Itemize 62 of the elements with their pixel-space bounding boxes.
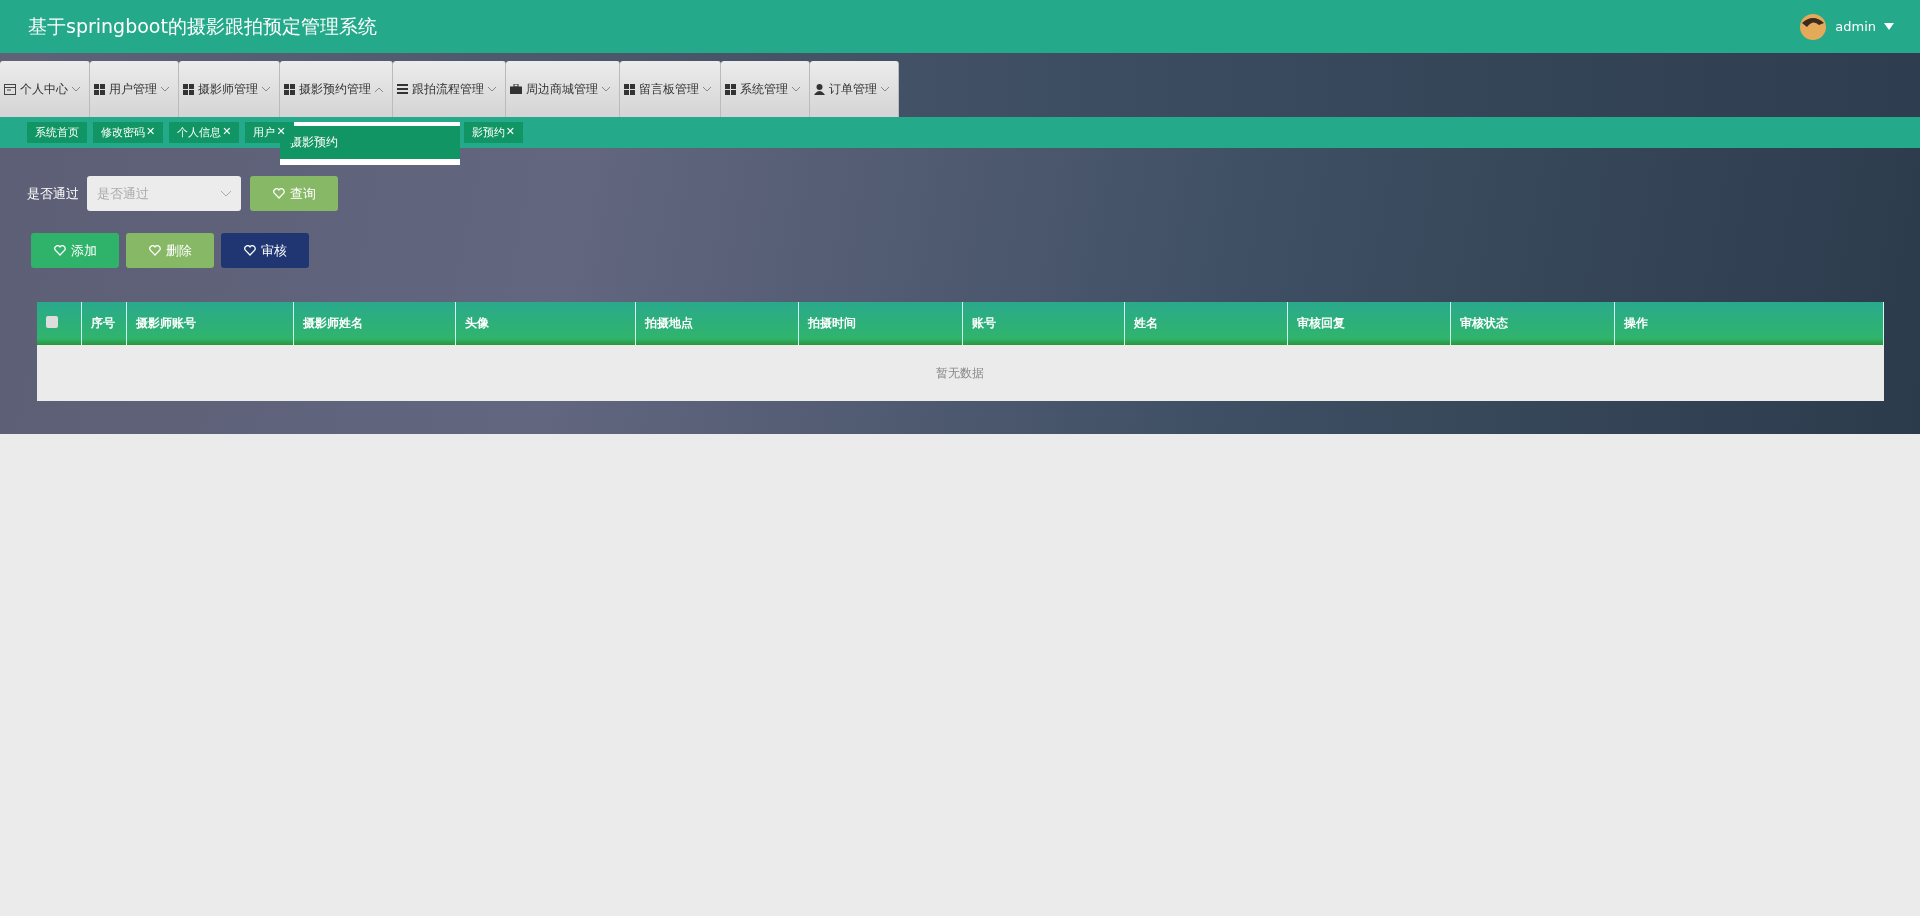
column-header: 账号 [962, 302, 1125, 345]
page-tab[interactable]: 用户✕ [245, 122, 294, 143]
page-tab[interactable]: 系统首页 [27, 122, 87, 143]
app-title: 基于springboot的摄影跟拍预定管理系统 [28, 13, 378, 39]
page-tab[interactable]: 个人信息✕ [169, 122, 240, 143]
chevron-icon [262, 86, 270, 92]
column-header: 审核状态 [1450, 302, 1615, 345]
menu-item[interactable]: 周边商城管理 [506, 61, 620, 117]
action-button[interactable]: 删除 [126, 233, 214, 268]
close-icon[interactable]: ✕ [222, 125, 232, 140]
chevron-icon [72, 86, 80, 92]
chevron-icon [602, 86, 610, 92]
action-button[interactable]: 审核 [221, 233, 309, 268]
list-icon [397, 84, 408, 94]
column-header: 操作 [1614, 302, 1884, 345]
search-button[interactable]: 查询 [250, 176, 338, 211]
calendar-icon [4, 83, 16, 95]
chevron-icon [792, 86, 800, 92]
column-header: 头像 [455, 302, 636, 345]
chevron-icon [488, 86, 496, 92]
empty-message: 暂无数据 [37, 345, 1884, 401]
grid-icon [183, 83, 194, 95]
menu-item[interactable]: 留言板管理 [620, 61, 721, 117]
grid-icon [624, 83, 635, 95]
menu-item[interactable]: 订单管理 [810, 61, 899, 117]
close-icon[interactable]: ✕ [505, 125, 515, 140]
grid-icon [725, 83, 736, 95]
column-header: 姓名 [1124, 302, 1288, 345]
page-tab[interactable]: 影预约✕ [463, 122, 523, 143]
close-icon[interactable]: ✕ [146, 125, 156, 140]
menu-item[interactable]: 用户管理 [90, 61, 179, 117]
heart-icon [272, 188, 285, 199]
page-tab[interactable]: 修改密码✕ [93, 122, 164, 143]
chevron-icon [881, 86, 889, 92]
person-icon [814, 83, 825, 95]
column-header: 拍摄时间 [798, 302, 963, 345]
avatar-icon [1799, 12, 1828, 41]
heart-icon [53, 245, 66, 256]
menu-item[interactable]: 系统管理 [721, 61, 810, 117]
chevron-icon [375, 86, 383, 92]
column-header: 摄影师账号 [126, 302, 294, 345]
chevron-icon [161, 86, 169, 92]
status-select[interactable]: 是否通过 [87, 176, 241, 211]
menu-item[interactable]: 个人中心 [0, 61, 90, 117]
caret-icon[interactable] [1884, 23, 1894, 30]
chevron-icon [703, 86, 711, 92]
column-header: 序号 [81, 302, 127, 345]
checkbox[interactable] [46, 316, 58, 328]
briefcase-icon [510, 84, 522, 94]
column-header: 摄影师姓名 [293, 302, 456, 345]
grid-icon [94, 83, 105, 95]
filter-label: 是否通过 [27, 184, 79, 203]
column-header: 拍摄地点 [635, 302, 799, 345]
action-button[interactable]: 添加 [31, 233, 119, 268]
grid-icon [284, 83, 295, 95]
menu-item[interactable]: 跟拍流程管理 [393, 61, 506, 117]
menu-item[interactable]: 摄影师管理 [179, 61, 280, 117]
chevron-icon [221, 190, 231, 197]
heart-icon [148, 245, 161, 256]
user-name[interactable]: admin [1835, 19, 1876, 34]
heart-icon [243, 245, 256, 256]
column-header: 审核回复 [1287, 302, 1451, 345]
